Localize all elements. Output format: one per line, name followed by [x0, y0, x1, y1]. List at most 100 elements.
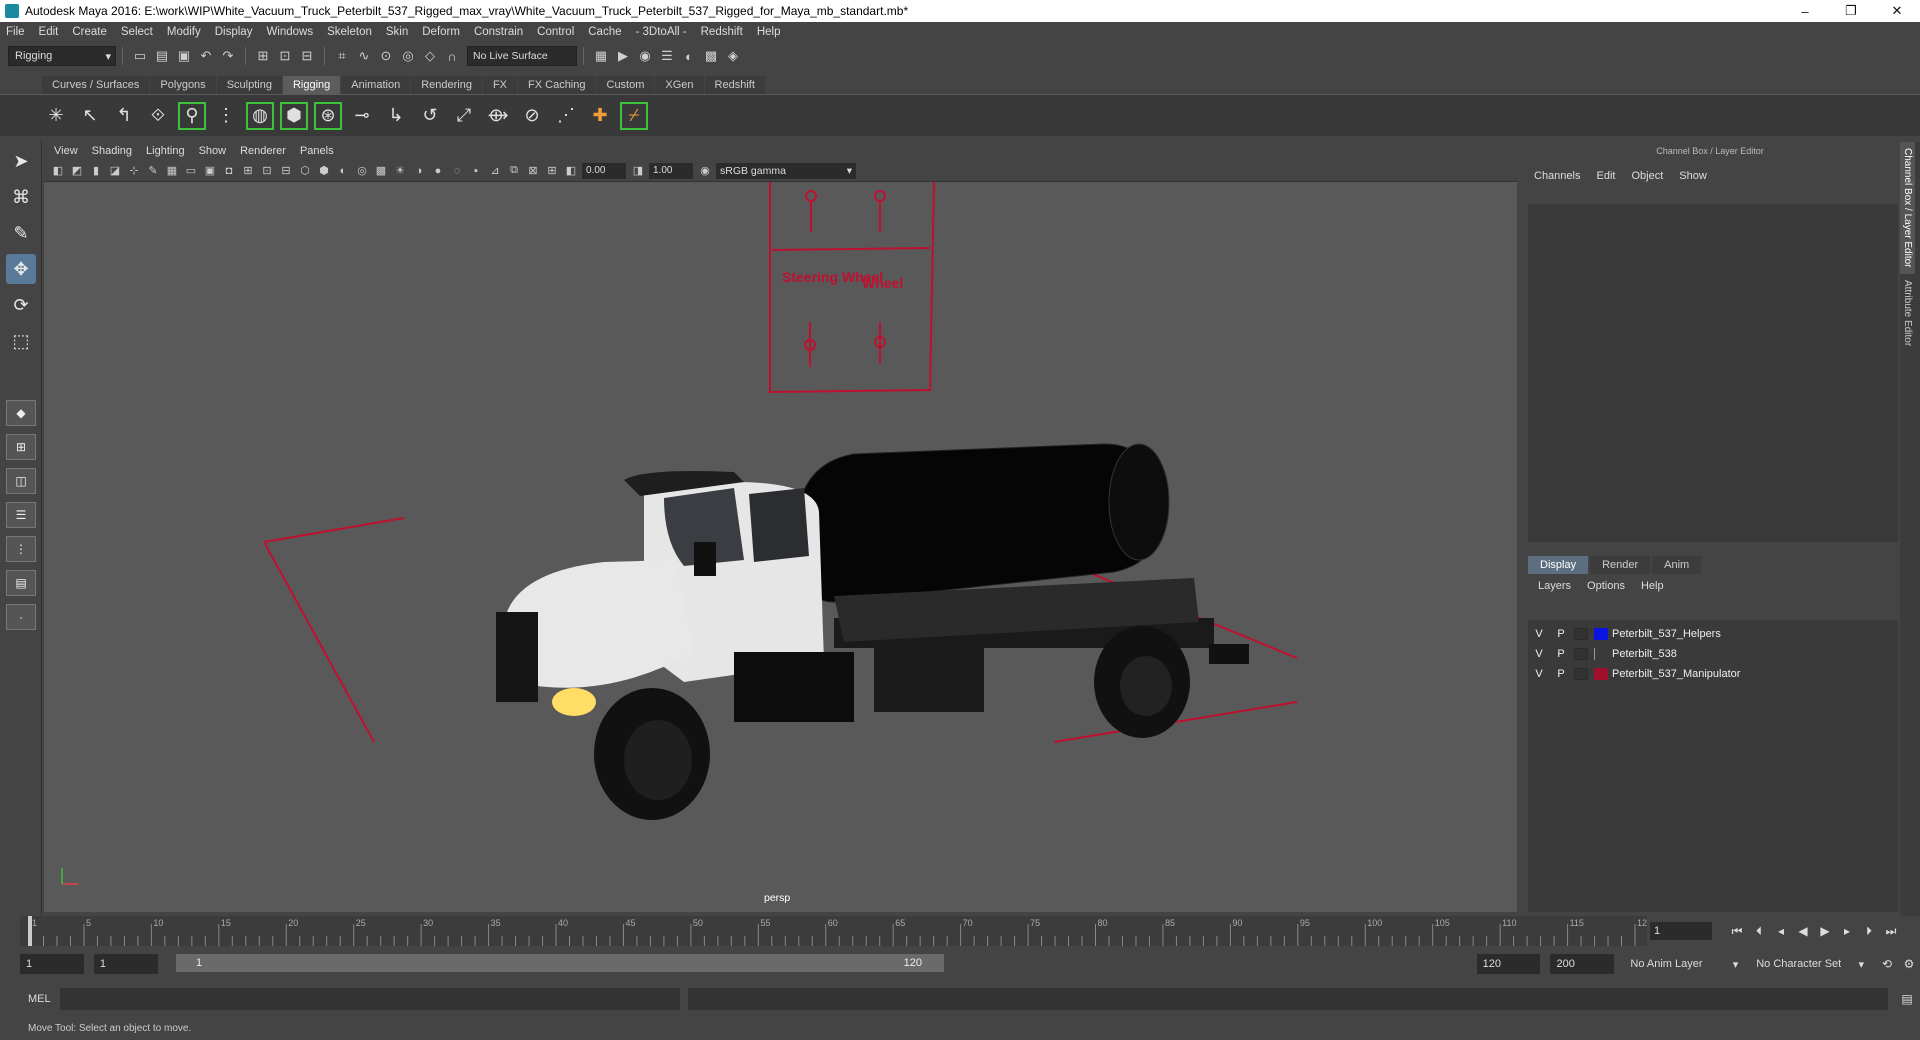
vp-menu-show[interactable]: Show: [199, 145, 227, 157]
shelf-tab-custom[interactable]: Custom: [596, 76, 655, 94]
grid-icon[interactable]: ▦: [164, 163, 180, 179]
scene-start-field[interactable]: 1: [20, 954, 84, 974]
2d-pan-zoom-icon[interactable]: ⊹: [126, 163, 142, 179]
side-tab-channel-box[interactable]: Channel Box / Layer Editor: [1900, 142, 1915, 274]
display-type-toggle[interactable]: [1574, 628, 1588, 640]
two-view-layout-icon[interactable]: ◫: [6, 468, 36, 494]
wireframe-on-shaded-icon[interactable]: ◐: [335, 163, 351, 179]
menu-modify[interactable]: Modify: [167, 26, 201, 38]
le-menu-layers[interactable]: Layers: [1538, 580, 1571, 592]
side-tab-attribute-editor[interactable]: Attribute Editor: [1900, 274, 1915, 352]
menu-redshift[interactable]: Redshift: [701, 26, 743, 38]
restore-button[interactable]: ❐: [1828, 3, 1874, 19]
tab-anim[interactable]: Anim: [1652, 556, 1702, 574]
playback-toggle[interactable]: P: [1550, 668, 1572, 680]
menu-constrain[interactable]: Constrain: [474, 26, 523, 38]
four-view-layout-icon[interactable]: ⊞: [6, 434, 36, 460]
color-management-icon[interactable]: ◉: [697, 163, 713, 179]
hik-icon[interactable]: ⋮: [212, 102, 240, 130]
shelf-tab-animation[interactable]: Animation: [341, 76, 411, 94]
channel-box-area[interactable]: [1528, 204, 1898, 542]
select-tool-icon[interactable]: ➤: [6, 146, 36, 176]
shelf-tab-redshift[interactable]: Redshift: [704, 76, 765, 94]
menu-windows[interactable]: Windows: [266, 26, 313, 38]
single-perspective-layout-icon[interactable]: ◆: [6, 400, 36, 426]
xray-active-icon[interactable]: ⊞: [544, 163, 560, 179]
field-chart-icon[interactable]: ⊞: [240, 163, 256, 179]
point-constraint-icon[interactable]: ⊸: [348, 102, 376, 130]
cb-menu-edit[interactable]: Edit: [1596, 170, 1615, 182]
smooth-shade-icon[interactable]: ⬢: [316, 163, 332, 179]
motion-blur-icon[interactable]: ◌: [449, 163, 465, 179]
visibility-toggle[interactable]: V: [1528, 668, 1550, 680]
paint-weights-icon[interactable]: ⊛: [314, 101, 342, 130]
render-frame-icon[interactable]: ▶: [614, 47, 632, 65]
script-editor-icon[interactable]: ▤: [1896, 992, 1918, 1006]
move-tool-icon[interactable]: ✥: [6, 254, 36, 284]
go-to-end-icon[interactable]: ⏭: [1880, 924, 1902, 939]
paint-select-tool-icon[interactable]: ✎: [6, 218, 36, 248]
orient-constraint-icon[interactable]: ↺: [416, 102, 444, 130]
menu-select[interactable]: Select: [121, 26, 153, 38]
gate-mask-icon[interactable]: ◘: [221, 163, 237, 179]
select-hierarchy-icon[interactable]: ⊞: [254, 47, 272, 65]
render-view-icon[interactable]: ▩: [702, 47, 720, 65]
insert-joint-icon[interactable]: ⟐: [144, 102, 172, 130]
redshift-icon[interactable]: ◈: [724, 47, 742, 65]
screen-space-ao-icon[interactable]: ●: [430, 163, 446, 179]
vp-menu-shading[interactable]: Shading: [92, 145, 132, 157]
shelf-tab-fx[interactable]: FX: [482, 76, 518, 94]
playback-start-field[interactable]: 1: [93, 954, 158, 974]
scene-end-field[interactable]: 200: [1550, 954, 1615, 974]
shelf-tab-rigging[interactable]: Rigging: [282, 76, 341, 94]
menu-set-dropdown[interactable]: Rigging ▾: [8, 46, 116, 66]
depth-of-field-icon[interactable]: ⊿: [487, 163, 503, 179]
lasso-tool-icon[interactable]: ⌘: [6, 182, 36, 212]
snap-grid-icon[interactable]: ⌗: [333, 47, 351, 65]
undo-icon[interactable]: ↶: [197, 47, 215, 65]
bind-skin-icon[interactable]: ◍: [246, 101, 274, 130]
hypershade-layout-icon[interactable]: ▤: [6, 570, 36, 596]
gamma-icon[interactable]: ◨: [630, 163, 646, 179]
menu-edit[interactable]: Edit: [39, 26, 59, 38]
custom-layout-icon[interactable]: ·: [6, 604, 36, 630]
exposure-icon[interactable]: ◧: [563, 163, 579, 179]
menu-file[interactable]: File: [6, 26, 25, 38]
graph-editor-layout-icon[interactable]: ⋮: [6, 536, 36, 562]
cb-menu-show[interactable]: Show: [1679, 170, 1707, 182]
menu-deform[interactable]: Deform: [422, 26, 460, 38]
close-button[interactable]: ✕: [1874, 3, 1920, 19]
go-to-start-icon[interactable]: ⏮: [1726, 924, 1748, 939]
safe-action-icon[interactable]: ⊡: [259, 163, 275, 179]
hypershade-icon[interactable]: ◐: [680, 47, 698, 65]
shadows-icon[interactable]: ◑: [411, 163, 427, 179]
select-object-icon[interactable]: ⊡: [276, 47, 294, 65]
xray-icon[interactable]: ◎: [354, 163, 370, 179]
lattice-icon[interactable]: ⋰: [552, 102, 580, 130]
aim-constraint-icon[interactable]: ↳: [382, 102, 410, 130]
view-transform-dropdown[interactable]: sRGB gamma ▾: [716, 162, 856, 179]
cb-menu-object[interactable]: Object: [1631, 170, 1663, 182]
mel-label[interactable]: MEL: [0, 993, 60, 1005]
auto-key-icon[interactable]: ⟲: [1876, 957, 1898, 971]
shelf-tab-sculpting[interactable]: Sculpting: [216, 76, 282, 94]
vp-menu-view[interactable]: View: [54, 145, 78, 157]
step-forward-frame-icon[interactable]: ▸: [1836, 924, 1858, 938]
locator-icon[interactable]: ✚: [586, 102, 614, 130]
pole-vector-icon[interactable]: ⟴: [484, 102, 512, 130]
outliner-layout-icon[interactable]: ☰: [6, 502, 36, 528]
menu-cache[interactable]: Cache: [588, 26, 621, 38]
ik-spline-icon[interactable]: ↰: [110, 102, 138, 130]
layer-color-swatch[interactable]: [1594, 668, 1608, 680]
shelf-tab-fx-caching[interactable]: FX Caching: [518, 76, 596, 94]
custom-rig-icon[interactable]: ⌿: [620, 101, 648, 130]
play-backward-icon[interactable]: ◀: [1792, 924, 1814, 938]
menu-skin[interactable]: Skin: [386, 26, 408, 38]
layer-row[interactable]: V P Peterbilt_537_Manipulator: [1528, 664, 1898, 684]
snap-magnet-icon[interactable]: ∩: [443, 47, 461, 65]
exposure-field[interactable]: 0.00: [582, 162, 626, 179]
animation-preferences-icon[interactable]: ⚙: [1898, 957, 1920, 971]
step-back-key-icon[interactable]: ⏴: [1748, 924, 1770, 939]
quick-rig-icon[interactable]: ⚲: [178, 101, 206, 130]
anim-layer-dropdown[interactable]: No Anim Layer ▾: [1624, 954, 1744, 974]
